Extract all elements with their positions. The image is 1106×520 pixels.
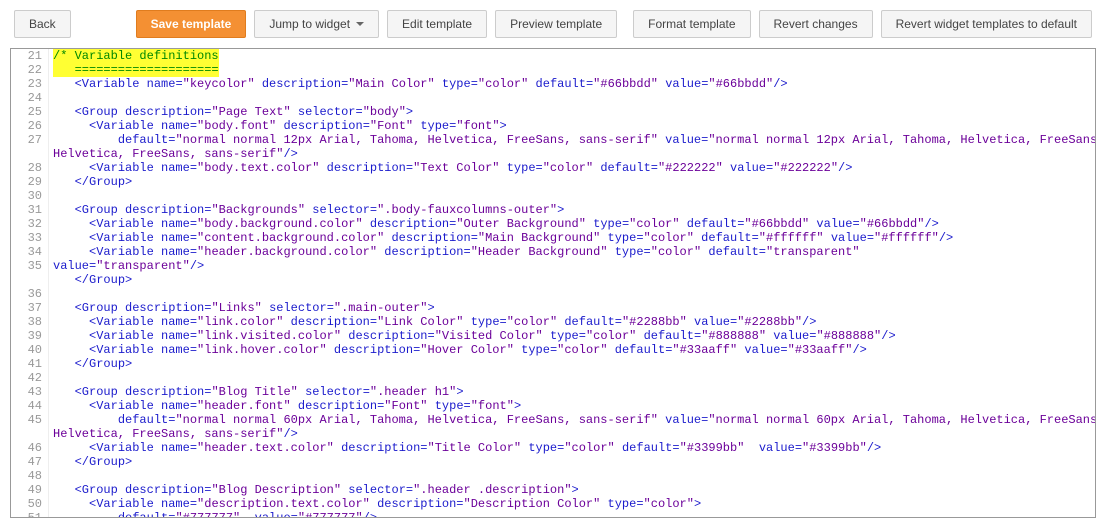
back-button[interactable]: Back [14, 10, 71, 38]
format-template-button[interactable]: Format template [633, 10, 750, 38]
line-number-gutter: 21222324252627 2829303132333435 36373839… [11, 49, 49, 517]
edit-template-button[interactable]: Edit template [387, 10, 487, 38]
jump-to-widget-label: Jump to widget [269, 17, 350, 31]
revert-changes-button[interactable]: Revert changes [759, 10, 873, 38]
chevron-down-icon [356, 22, 364, 26]
toolbar: Back Save template Jump to widget Edit t… [0, 0, 1106, 48]
code-editor[interactable]: 21222324252627 2829303132333435 36373839… [10, 48, 1096, 518]
code-editor-scroll[interactable]: 21222324252627 2829303132333435 36373839… [11, 49, 1095, 517]
save-template-button[interactable]: Save template [136, 10, 247, 38]
preview-template-button[interactable]: Preview template [495, 10, 617, 38]
jump-to-widget-dropdown[interactable]: Jump to widget [254, 10, 379, 38]
code-content[interactable]: /* Variable definitions ================… [49, 49, 1095, 517]
revert-widget-defaults-button[interactable]: Revert widget templates to default [881, 10, 1092, 38]
